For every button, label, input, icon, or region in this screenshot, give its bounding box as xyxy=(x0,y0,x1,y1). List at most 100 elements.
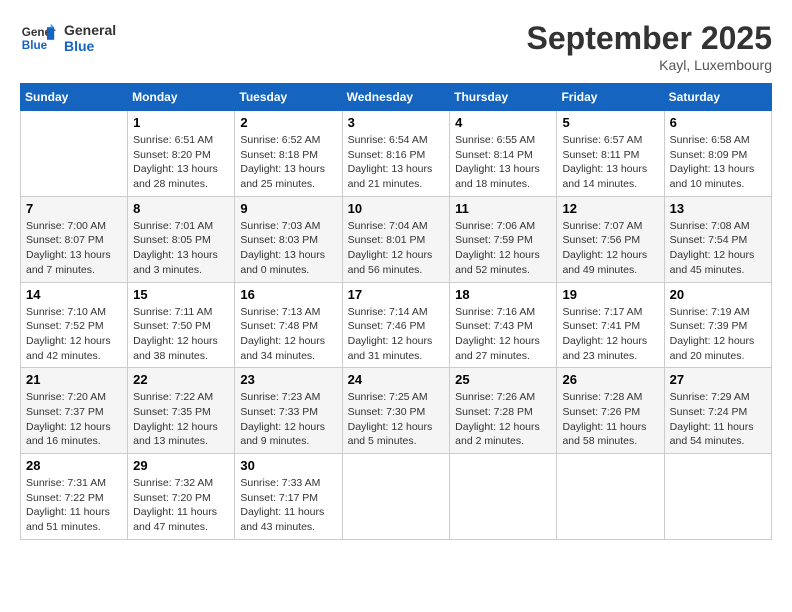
calendar-cell: 20 Sunrise: 7:19 AM Sunset: 7:39 PM Dayli… xyxy=(664,282,771,368)
calendar-cell: 22 Sunrise: 7:22 AM Sunset: 7:35 PM Dayli… xyxy=(128,368,235,454)
logo-text-general: General xyxy=(64,22,116,38)
calendar-cell: 19 Sunrise: 7:17 AM Sunset: 7:41 PM Dayli… xyxy=(557,282,664,368)
day-info: Sunrise: 6:55 AM Sunset: 8:14 PM Dayligh… xyxy=(455,133,551,192)
day-info: Sunrise: 7:22 AM Sunset: 7:35 PM Dayligh… xyxy=(133,390,229,449)
day-number: 29 xyxy=(133,458,229,473)
day-info: Sunrise: 7:03 AM Sunset: 8:03 PM Dayligh… xyxy=(240,219,336,278)
day-info: Sunrise: 6:54 AM Sunset: 8:16 PM Dayligh… xyxy=(348,133,445,192)
calendar-week-row: 28 Sunrise: 7:31 AM Sunset: 7:22 PM Dayli… xyxy=(21,454,772,540)
calendar-week-row: 21Sunrise: 7:20 AM Sunset: 7:37 PM Dayli… xyxy=(21,368,772,454)
calendar-cell: 9 Sunrise: 7:03 AM Sunset: 8:03 PM Daylig… xyxy=(235,196,342,282)
title-block: September 2025 Kayl, Luxembourg xyxy=(527,20,772,73)
day-number: 26 xyxy=(562,372,658,387)
day-info: Sunrise: 7:01 AM Sunset: 8:05 PM Dayligh… xyxy=(133,219,229,278)
day-info: Sunrise: 7:28 AM Sunset: 7:26 PM Dayligh… xyxy=(562,390,658,449)
logo: General Blue General Blue xyxy=(20,20,116,56)
calendar-table: SundayMondayTuesdayWednesdayThursdayFrid… xyxy=(20,83,772,540)
day-info: Sunrise: 6:52 AM Sunset: 8:18 PM Dayligh… xyxy=(240,133,336,192)
calendar-week-row: 1Sunrise: 6:51 AM Sunset: 8:20 PM Daylig… xyxy=(21,111,772,197)
calendar-cell: 24 Sunrise: 7:25 AM Sunset: 7:30 PM Dayli… xyxy=(342,368,450,454)
day-number: 12 xyxy=(562,201,658,216)
day-number: 23 xyxy=(240,372,336,387)
calendar-cell: 17 Sunrise: 7:14 AM Sunset: 7:46 PM Dayli… xyxy=(342,282,450,368)
calendar-cell: 26 Sunrise: 7:28 AM Sunset: 7:26 PM Dayli… xyxy=(557,368,664,454)
day-number: 24 xyxy=(348,372,445,387)
day-number: 27 xyxy=(670,372,766,387)
day-info: Sunrise: 7:25 AM Sunset: 7:30 PM Dayligh… xyxy=(348,390,445,449)
calendar-cell: 13Sunrise: 7:08 AM Sunset: 7:54 PM Dayli… xyxy=(664,196,771,282)
day-number: 28 xyxy=(26,458,122,473)
calendar-header-row: SundayMondayTuesdayWednesdayThursdayFrid… xyxy=(21,84,772,111)
calendar-cell: 3 Sunrise: 6:54 AM Sunset: 8:16 PM Daylig… xyxy=(342,111,450,197)
calendar-cell xyxy=(557,454,664,540)
day-number: 4 xyxy=(455,115,551,130)
day-info: Sunrise: 7:31 AM Sunset: 7:22 PM Dayligh… xyxy=(26,476,122,535)
location-subtitle: Kayl, Luxembourg xyxy=(527,57,772,73)
calendar-cell: 12 Sunrise: 7:07 AM Sunset: 7:56 PM Dayli… xyxy=(557,196,664,282)
day-info: Sunrise: 7:29 AM Sunset: 7:24 PM Dayligh… xyxy=(670,390,766,449)
day-info: Sunrise: 7:23 AM Sunset: 7:33 PM Dayligh… xyxy=(240,390,336,449)
day-number: 20 xyxy=(670,287,766,302)
day-number: 8 xyxy=(133,201,229,216)
day-number: 9 xyxy=(240,201,336,216)
calendar-cell: 11Sunrise: 7:06 AM Sunset: 7:59 PM Dayli… xyxy=(450,196,557,282)
day-info: Sunrise: 7:17 AM Sunset: 7:41 PM Dayligh… xyxy=(562,305,658,364)
page-header: General Blue General Blue September 2025… xyxy=(20,20,772,73)
calendar-cell: 14Sunrise: 7:10 AM Sunset: 7:52 PM Dayli… xyxy=(21,282,128,368)
day-number: 7 xyxy=(26,201,122,216)
day-number: 25 xyxy=(455,372,551,387)
day-of-week-header: Thursday xyxy=(450,84,557,111)
day-number: 5 xyxy=(562,115,658,130)
calendar-cell xyxy=(342,454,450,540)
day-number: 3 xyxy=(348,115,445,130)
day-number: 30 xyxy=(240,458,336,473)
calendar-cell xyxy=(450,454,557,540)
calendar-cell: 29 Sunrise: 7:32 AM Sunset: 7:20 PM Dayli… xyxy=(128,454,235,540)
logo-text-blue: Blue xyxy=(64,38,116,54)
calendar-cell: 30 Sunrise: 7:33 AM Sunset: 7:17 PM Dayli… xyxy=(235,454,342,540)
day-info: Sunrise: 7:04 AM Sunset: 8:01 PM Dayligh… xyxy=(348,219,445,278)
calendar-cell: 23 Sunrise: 7:23 AM Sunset: 7:33 PM Dayli… xyxy=(235,368,342,454)
day-number: 19 xyxy=(562,287,658,302)
day-info: Sunrise: 7:33 AM Sunset: 7:17 PM Dayligh… xyxy=(240,476,336,535)
calendar-week-row: 7 Sunrise: 7:00 AM Sunset: 8:07 PM Daylig… xyxy=(21,196,772,282)
calendar-cell: 1Sunrise: 6:51 AM Sunset: 8:20 PM Daylig… xyxy=(128,111,235,197)
day-info: Sunrise: 7:13 AM Sunset: 7:48 PM Dayligh… xyxy=(240,305,336,364)
calendar-week-row: 14Sunrise: 7:10 AM Sunset: 7:52 PM Dayli… xyxy=(21,282,772,368)
calendar-cell xyxy=(664,454,771,540)
calendar-cell: 2Sunrise: 6:52 AM Sunset: 8:18 PM Daylig… xyxy=(235,111,342,197)
day-info: Sunrise: 7:07 AM Sunset: 7:56 PM Dayligh… xyxy=(562,219,658,278)
calendar-cell: 6Sunrise: 6:58 AM Sunset: 8:09 PM Daylig… xyxy=(664,111,771,197)
day-info: Sunrise: 7:16 AM Sunset: 7:43 PM Dayligh… xyxy=(455,305,551,364)
logo-icon: General Blue xyxy=(20,20,56,56)
calendar-cell: 5 Sunrise: 6:57 AM Sunset: 8:11 PM Daylig… xyxy=(557,111,664,197)
day-of-week-header: Saturday xyxy=(664,84,771,111)
day-number: 1 xyxy=(133,115,229,130)
calendar-cell: 15Sunrise: 7:11 AM Sunset: 7:50 PM Dayli… xyxy=(128,282,235,368)
calendar-cell: 16Sunrise: 7:13 AM Sunset: 7:48 PM Dayli… xyxy=(235,282,342,368)
day-number: 17 xyxy=(348,287,445,302)
day-info: Sunrise: 6:57 AM Sunset: 8:11 PM Dayligh… xyxy=(562,133,658,192)
day-info: Sunrise: 6:58 AM Sunset: 8:09 PM Dayligh… xyxy=(670,133,766,192)
calendar-cell: 28 Sunrise: 7:31 AM Sunset: 7:22 PM Dayli… xyxy=(21,454,128,540)
day-info: Sunrise: 7:19 AM Sunset: 7:39 PM Dayligh… xyxy=(670,305,766,364)
calendar-cell xyxy=(21,111,128,197)
calendar-cell: 4 Sunrise: 6:55 AM Sunset: 8:14 PM Daylig… xyxy=(450,111,557,197)
day-info: Sunrise: 7:00 AM Sunset: 8:07 PM Dayligh… xyxy=(26,219,122,278)
day-number: 22 xyxy=(133,372,229,387)
day-number: 10 xyxy=(348,201,445,216)
day-of-week-header: Monday xyxy=(128,84,235,111)
calendar-cell: 25Sunrise: 7:26 AM Sunset: 7:28 PM Dayli… xyxy=(450,368,557,454)
calendar-cell: 7 Sunrise: 7:00 AM Sunset: 8:07 PM Daylig… xyxy=(21,196,128,282)
day-number: 11 xyxy=(455,201,551,216)
day-of-week-header: Sunday xyxy=(21,84,128,111)
calendar-cell: 10 Sunrise: 7:04 AM Sunset: 8:01 PM Dayli… xyxy=(342,196,450,282)
day-info: Sunrise: 7:32 AM Sunset: 7:20 PM Dayligh… xyxy=(133,476,229,535)
day-number: 18 xyxy=(455,287,551,302)
day-of-week-header: Tuesday xyxy=(235,84,342,111)
day-info: Sunrise: 7:10 AM Sunset: 7:52 PM Dayligh… xyxy=(26,305,122,364)
day-number: 13 xyxy=(670,201,766,216)
day-info: Sunrise: 7:14 AM Sunset: 7:46 PM Dayligh… xyxy=(348,305,445,364)
calendar-cell: 18 Sunrise: 7:16 AM Sunset: 7:43 PM Dayli… xyxy=(450,282,557,368)
calendar-cell: 27 Sunrise: 7:29 AM Sunset: 7:24 PM Dayli… xyxy=(664,368,771,454)
